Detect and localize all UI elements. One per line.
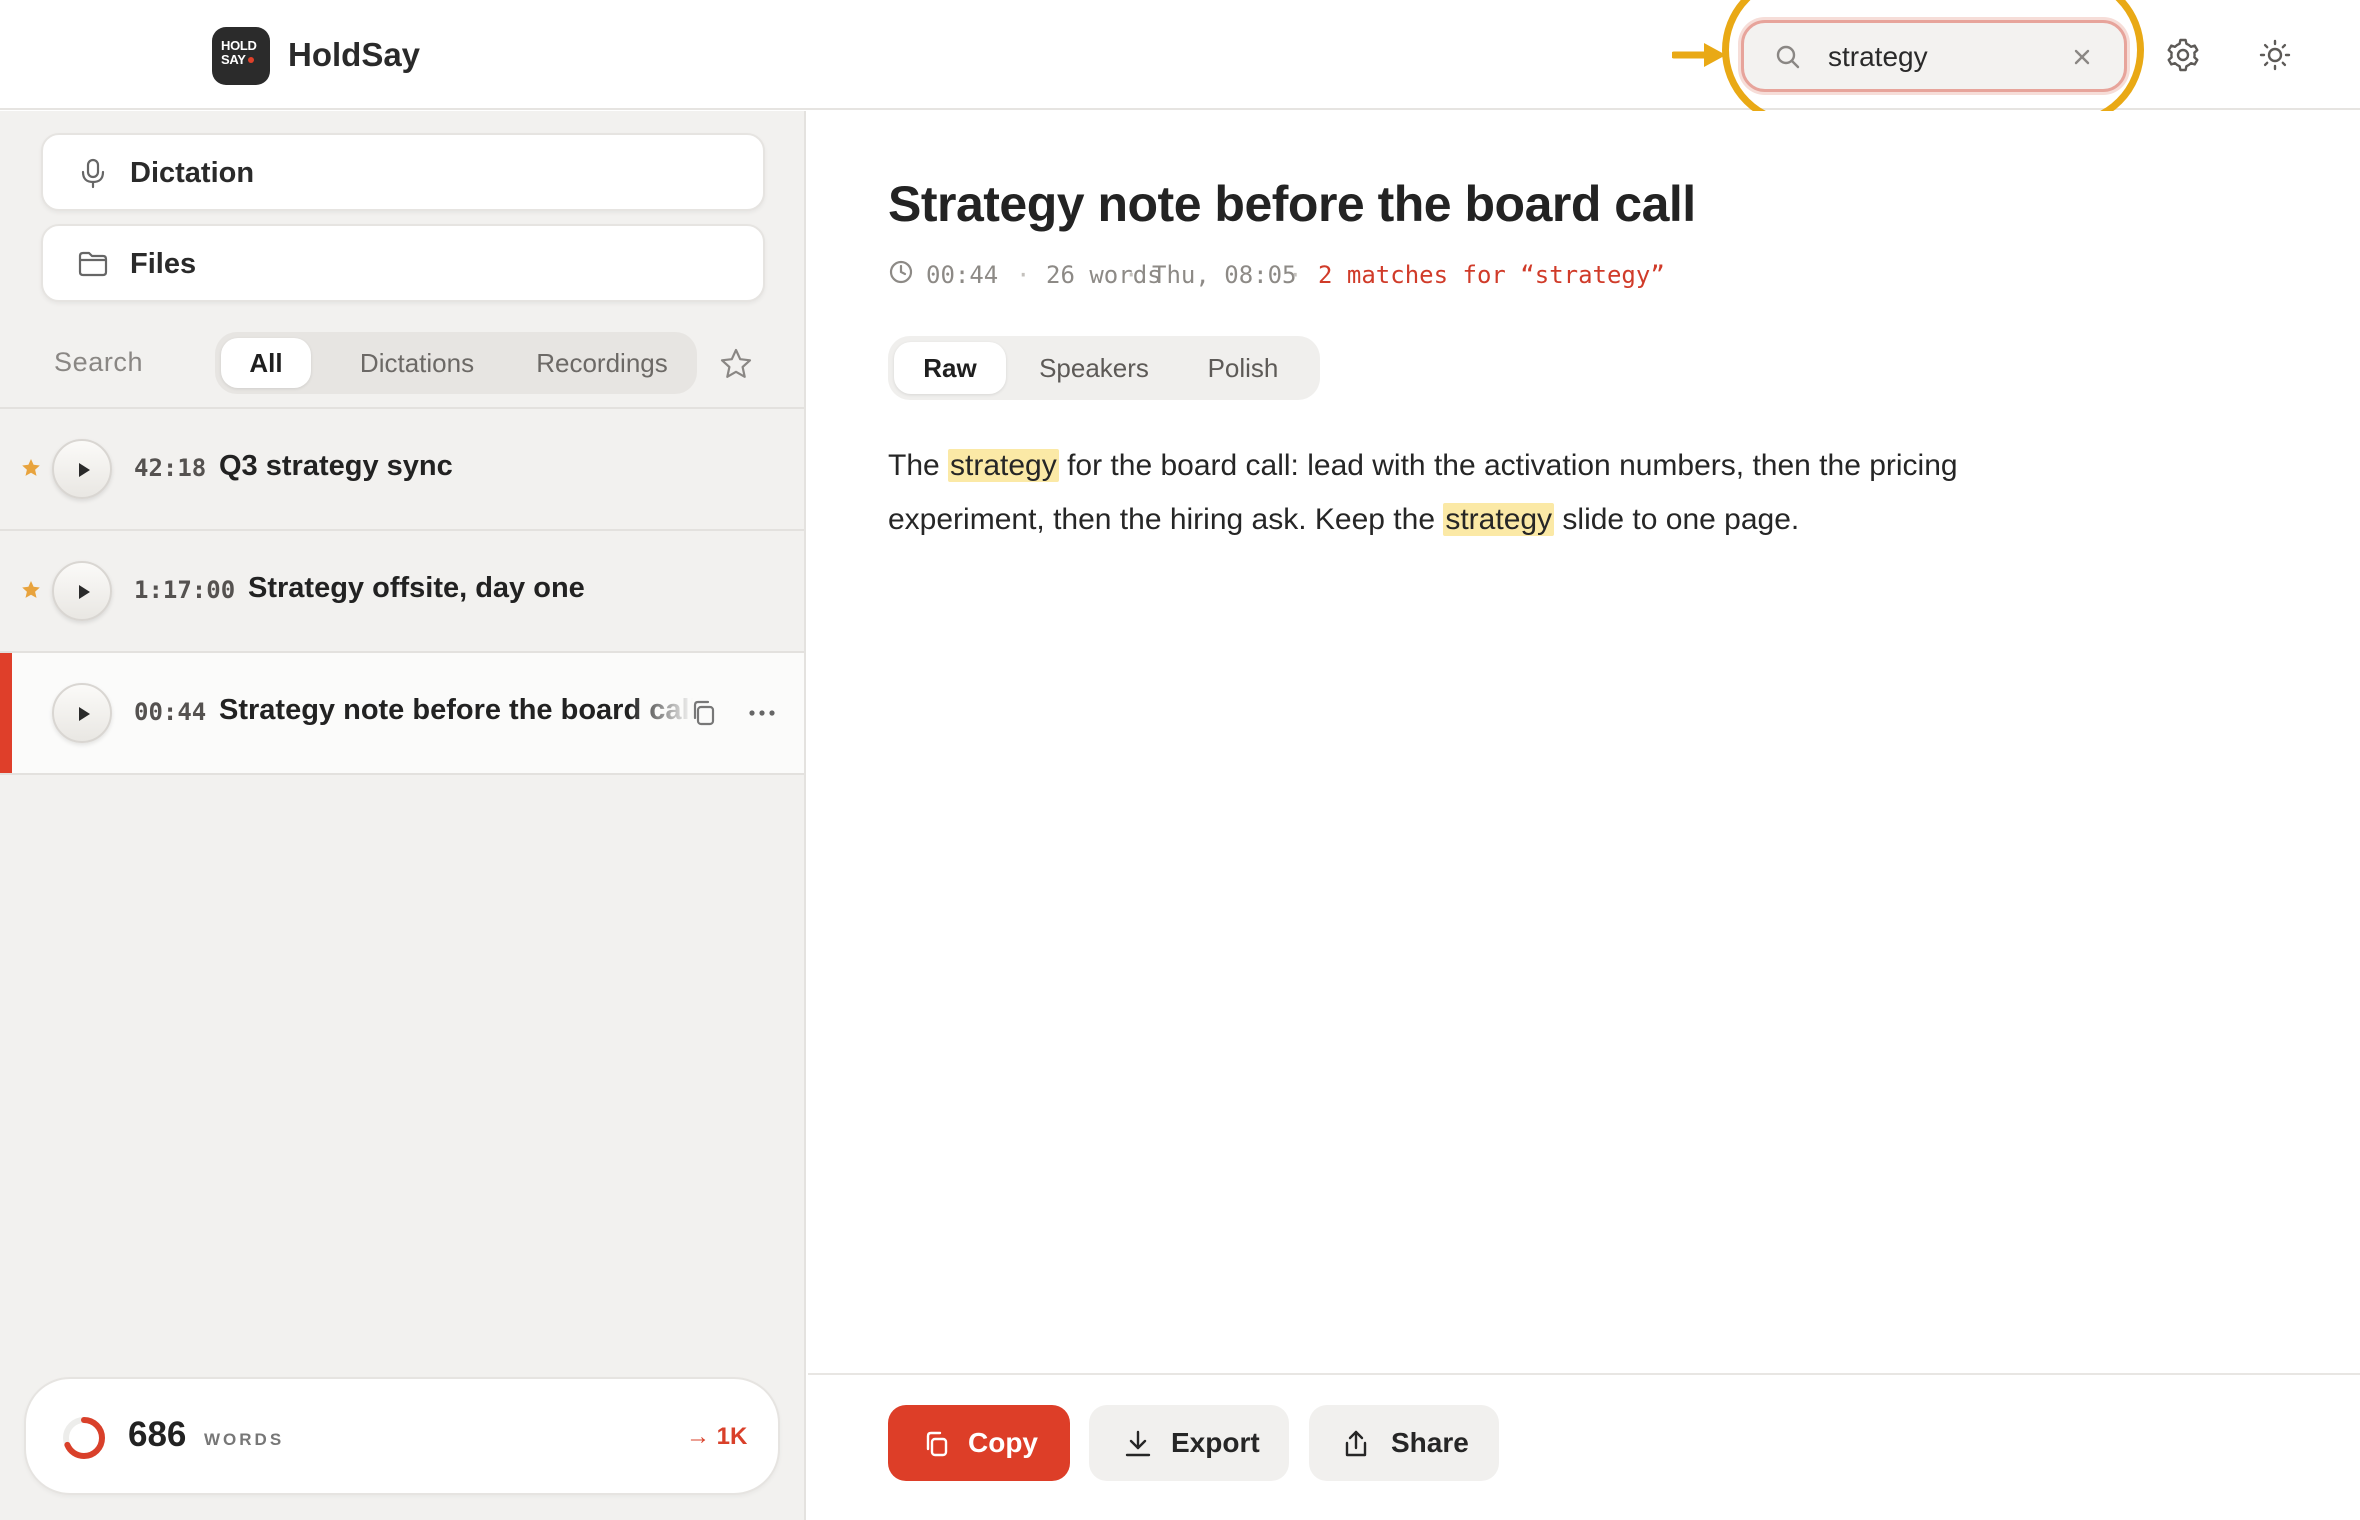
microphone-icon xyxy=(81,158,105,189)
sidebar-search-label[interactable]: Search xyxy=(54,347,143,378)
nav-dictation[interactable]: Dictation xyxy=(41,133,765,211)
close-icon[interactable] xyxy=(2066,41,2098,73)
progress-ring xyxy=(63,1417,105,1459)
item-duration: 00:44 xyxy=(134,698,207,726)
filter-row: Search All Dictations Recordings xyxy=(0,327,806,397)
play-icon xyxy=(79,585,90,599)
star-icon[interactable] xyxy=(718,346,754,382)
nav-files[interactable]: Files xyxy=(41,224,765,302)
meta-words: 26 words xyxy=(1046,261,1162,289)
filter-segmented-control: All Dictations Recordings xyxy=(215,332,697,394)
download-icon xyxy=(1125,1430,1151,1457)
word-count-card: 686 WORDS → 1K xyxy=(24,1377,780,1495)
app-name: HoldSay xyxy=(288,36,421,73)
play-icon xyxy=(79,707,90,721)
search-match: strategy xyxy=(1443,503,1555,536)
search-icon xyxy=(1776,45,1800,69)
app-logo: HOLD SAY xyxy=(212,27,270,85)
share-button[interactable]: Share xyxy=(1309,1405,1499,1481)
meta-date: Thu, 08:05 xyxy=(1152,261,1297,289)
tab-speakers[interactable]: Speakers xyxy=(1016,342,1172,394)
word-count: 686 xyxy=(128,1415,187,1454)
copy-button[interactable]: Copy xyxy=(888,1405,1070,1481)
play-icon xyxy=(79,463,90,477)
tab-raw[interactable]: Raw xyxy=(894,342,1006,394)
selection-indicator xyxy=(0,653,12,773)
tab-polish[interactable]: Polish xyxy=(1178,342,1308,394)
item-duration: 1:17:00 xyxy=(134,576,236,604)
detail-pane: Strategy note before the board call 00:4… xyxy=(808,111,2360,1520)
list-item-selected[interactable]: 00:44 Strategy note before the board cal… xyxy=(0,651,804,773)
star-filled-icon xyxy=(22,459,40,476)
more-icon[interactable] xyxy=(744,697,780,729)
list-item[interactable]: 1:17:00 Strategy offsite, day one xyxy=(0,529,804,651)
copy-icon xyxy=(926,1431,948,1457)
word-goal: → 1K xyxy=(686,1423,748,1450)
word-count-unit: WORDS xyxy=(204,1430,285,1449)
action-bar: Copy Export Share xyxy=(808,1373,2360,1520)
sidebar: Dictation Files Search All Dictations Re… xyxy=(0,111,806,1520)
gear-icon[interactable] xyxy=(2158,30,2208,80)
arrow-pointer-icon xyxy=(1672,43,1726,67)
filter-all[interactable]: All xyxy=(221,338,311,388)
filter-recordings[interactable]: Recordings xyxy=(515,338,689,388)
play-button[interactable] xyxy=(52,439,112,499)
play-button[interactable] xyxy=(52,683,112,743)
clock-icon xyxy=(889,260,913,284)
item-title: Strategy offsite, day one xyxy=(248,572,585,604)
meta-matches: 2 matches for “strategy” xyxy=(1318,261,1665,289)
view-tabs: Raw Speakers Polish xyxy=(888,336,1320,400)
list-item[interactable]: 42:18 Q3 strategy sync xyxy=(0,407,804,529)
play-button[interactable] xyxy=(52,561,112,621)
copy-icon[interactable] xyxy=(688,697,720,729)
star-filled-icon xyxy=(22,581,40,598)
share-icon xyxy=(1345,1430,1367,1457)
folder-icon xyxy=(78,251,108,277)
nav-dictation-label: Dictation xyxy=(130,157,255,189)
sun-icon[interactable] xyxy=(2250,30,2300,80)
recording-list: 42:18 Q3 strategy sync 1:17:00 Strategy … xyxy=(0,407,806,775)
page-title: Strategy note before the board call xyxy=(888,176,1696,232)
meta-duration: 00:44 xyxy=(926,261,999,289)
top-bar: HOLD SAY HoldSay xyxy=(0,0,2360,126)
filter-dictations[interactable]: Dictations xyxy=(327,338,507,388)
nav-files-label: Files xyxy=(130,248,197,280)
search-box[interactable] xyxy=(1741,20,2127,92)
item-title: Q3 strategy sync xyxy=(219,450,453,482)
search-match: strategy xyxy=(948,449,1059,482)
search-input[interactable] xyxy=(1828,35,2058,79)
transcript-text: The strategy for the board call: lead wi… xyxy=(888,449,1958,536)
item-title: Strategy note before the board call xyxy=(219,694,698,726)
item-duration: 42:18 xyxy=(134,454,207,482)
export-button[interactable]: Export xyxy=(1089,1405,1289,1481)
